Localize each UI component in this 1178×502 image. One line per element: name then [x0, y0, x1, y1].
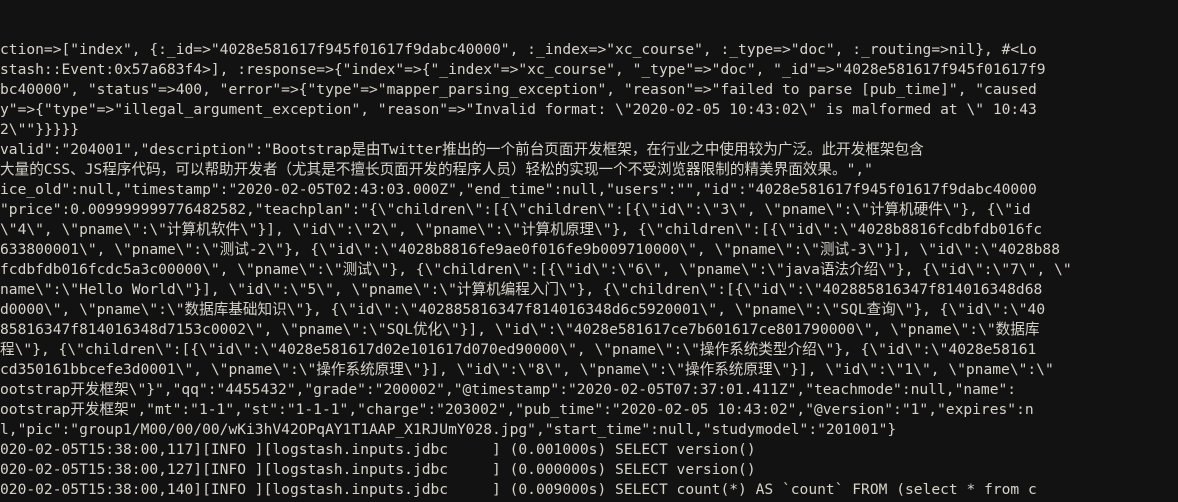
log-line: 020-02-05T15:38:00,117][INFO ][logstash.…	[0, 441, 756, 458]
log-line: 633800001\", \"pname\":\"测试-2\"}, {\"id\…	[0, 241, 1060, 258]
log-line: y"=>{"type"=>"illegal_argument_exception…	[0, 101, 1037, 118]
log-line: ootstrap开发框架\"}","qq":"4455432","grade":…	[0, 381, 1017, 398]
log-line: ction=>["index", {:_id=>"4028e581617f945…	[0, 41, 1037, 58]
log-line: 大量的CSS、JS程序代码，可以帮助开发者（尤其是不擅长页面开发的程序人员）轻松…	[0, 161, 873, 178]
log-line: stash::Event:0x57a683f4>], :response=>{"…	[0, 61, 1046, 78]
terminal-console-output[interactable]: ction=>["index", {:_id=>"4028e581617f945…	[0, 0, 1178, 502]
log-lines-container: ction=>["index", {:_id=>"4028e581617f945…	[0, 40, 1178, 502]
log-line: 020-02-05T15:38:00,127][INFO ][logstash.…	[0, 461, 756, 478]
log-line: 程\"}, {\"children\":[{\"id\":\"4028e5816…	[0, 341, 1037, 358]
log-line: l,"pic":"group1/M00/00/00/wKi3hV42OPqAY1…	[0, 421, 897, 438]
log-line: valid":"204001","description":"Bootstrap…	[0, 141, 924, 158]
log-line: name\":\"Hello World\"}], \"id\":\"5\", …	[0, 281, 1043, 298]
log-line: ice_old":null,"timestamp":"2020-02-05T02…	[0, 181, 1037, 198]
log-line: 2\""}}}}}	[0, 121, 80, 138]
log-line: \"4\", \"pname\":\"计算机软件\"}], \"id\":\"2…	[0, 221, 1043, 238]
log-line: cd350161bbcefe3d0001\", \"pname\":\"操作系统…	[0, 361, 1054, 378]
log-line: fcdbfdb016fcdc5a3c00000\", \"pname\":\"测…	[0, 261, 1072, 278]
log-line: ootstrap开发框架","mt":"1-1","st":"1-1-1","c…	[0, 401, 1034, 418]
log-line: bc40000", "status"=>400, "error"=>{"type…	[0, 81, 1037, 98]
log-line: 020-02-05T15:38:00,140][INFO ][logstash.…	[0, 481, 1037, 498]
log-line: "price":0.009999999776482582,"teachplan"…	[0, 201, 1031, 218]
log-line: 85816347f814016348d7153c0002\", \"pname\…	[0, 321, 1040, 338]
log-line: d0000\", \"pname\":\"数据库基础知识\"}, {\"id\"…	[0, 301, 1046, 318]
